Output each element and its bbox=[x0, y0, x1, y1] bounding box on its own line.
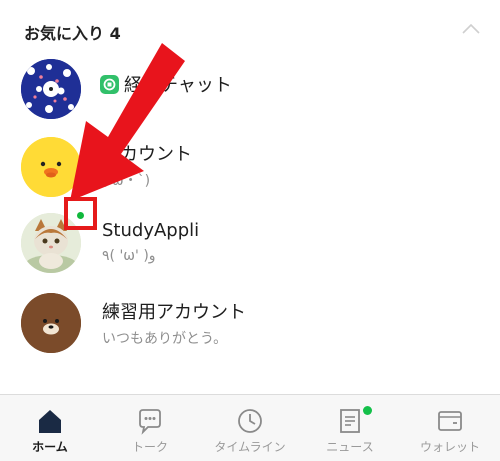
wallet-icon bbox=[438, 411, 462, 431]
chat-bubble-icon bbox=[139, 409, 161, 435]
annotation-arrow bbox=[70, 43, 185, 201]
tab-label: タイムライン bbox=[214, 440, 286, 454]
tab-label: ホーム bbox=[32, 440, 68, 454]
tab-bar: ホーム トーク タイムライン ニュース ウォレット bbox=[0, 394, 500, 461]
tab-timeline[interactable]: タイムライン bbox=[200, 395, 300, 461]
clock-icon bbox=[238, 409, 262, 433]
tab-home[interactable]: ホーム bbox=[0, 395, 100, 461]
news-badge-dot bbox=[363, 406, 372, 415]
tab-wallet[interactable]: ウォレット bbox=[400, 395, 500, 461]
tab-talk[interactable]: トーク bbox=[100, 395, 200, 461]
news-icon bbox=[340, 409, 360, 433]
tab-news[interactable]: ニュース bbox=[300, 395, 400, 461]
tab-label: トーク bbox=[131, 440, 168, 454]
home-icon bbox=[39, 410, 61, 433]
tab-label: ニュース bbox=[326, 440, 374, 454]
tab-label: ウォレット bbox=[419, 440, 480, 454]
